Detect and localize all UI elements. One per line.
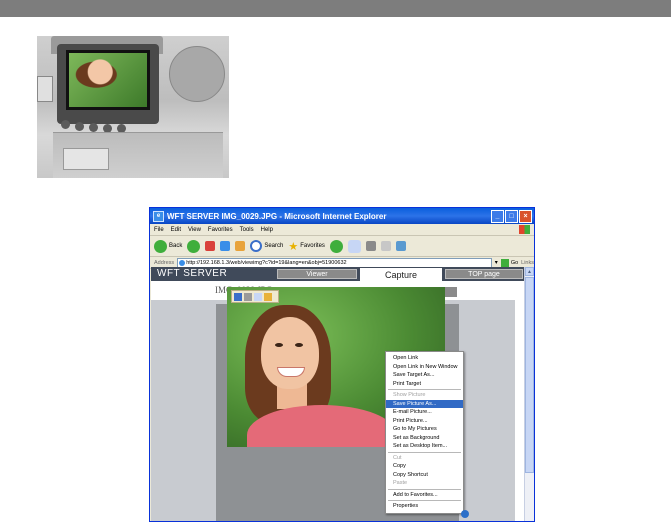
menu-item-copy-shortcut[interactable]: Copy Shortcut <box>386 471 463 480</box>
photo-face <box>261 317 319 389</box>
camera-dial <box>169 46 225 102</box>
windows-logo-icon <box>519 225 530 234</box>
media-icon[interactable] <box>329 239 343 253</box>
camera-button <box>75 122 84 131</box>
folder-icon[interactable] <box>264 292 272 301</box>
links-label[interactable]: Links <box>521 260 534 266</box>
menu-item-save-picture-as[interactable]: Save Picture As... <box>386 399 463 408</box>
menu-item-properties[interactable]: Properties <box>386 502 463 511</box>
browser-title: WFT SERVER IMG_0029.JPG - Microsoft Inte… <box>167 211 387 221</box>
mail-icon[interactable] <box>254 292 262 301</box>
search-button[interactable]: Search <box>250 240 283 252</box>
wft-brand: WFT SERVER <box>157 268 228 279</box>
menu-item-go-to-my-pictures[interactable]: Go to My Pictures <box>386 425 463 434</box>
minimize-button[interactable]: _ <box>491 210 504 223</box>
address-input[interactable]: http://192.168.1.3/web/viewimg?c?id=19&l… <box>177 257 492 268</box>
menu-separator <box>388 451 461 453</box>
go-label: Go <box>510 259 519 266</box>
edit-icon[interactable] <box>380 241 391 251</box>
camera-lcd-panel <box>63 148 109 170</box>
menu-item-save-target-as[interactable]: Save Target As... <box>386 371 463 380</box>
context-menu: Open Link Open Link in New Window Save T… <box>385 351 464 514</box>
internet-zone-icon <box>461 510 469 518</box>
print-icon[interactable] <box>244 292 252 301</box>
tab-viewer[interactable]: Viewer <box>277 269 357 279</box>
search-label: Search <box>264 243 284 249</box>
menu-separator <box>388 389 461 390</box>
vertical-scrollbar[interactable]: ▲ <box>524 267 534 521</box>
menu-view[interactable]: View <box>188 227 201 233</box>
save-icon[interactable] <box>234 292 242 301</box>
menu-separator <box>388 488 461 490</box>
camera-button <box>61 120 70 129</box>
favorites-label: Favorites <box>300 243 325 249</box>
menu-tools[interactable]: Tools <box>240 227 254 233</box>
image-toolbar <box>231 290 279 303</box>
messenger-icon[interactable] <box>395 241 406 251</box>
scroll-up-icon[interactable]: ▲ <box>525 267 534 276</box>
stop-icon[interactable] <box>205 241 216 251</box>
menu-item-email-picture[interactable]: E-mail Picture... <box>386 408 463 417</box>
search-icon <box>250 240 263 252</box>
go-arrow-icon <box>500 258 509 267</box>
browser-window: e WFT SERVER IMG_0029.JPG - Microsoft In… <box>149 207 535 522</box>
menu-file[interactable]: File <box>154 227 164 233</box>
camera-cable-port <box>37 76 53 102</box>
star-icon: ★ <box>288 240 299 253</box>
home-icon[interactable] <box>235 241 246 251</box>
back-button[interactable]: Back <box>154 239 183 253</box>
menu-favorites[interactable]: Favorites <box>208 227 233 233</box>
maximize-button[interactable]: □ <box>505 210 518 223</box>
window-controls: _ □ × <box>491 210 532 223</box>
menu-separator <box>388 500 461 501</box>
menu-item-open-link-new-window[interactable]: Open Link in New Window <box>386 363 463 372</box>
page-header-bar <box>0 0 671 17</box>
menu-item-show-picture: Show Picture <box>393 392 426 398</box>
menu-item-copy[interactable]: Copy <box>386 462 463 471</box>
camera-illustration <box>37 36 229 178</box>
menu-item-set-as-background[interactable]: Set as Background <box>386 434 463 443</box>
photo-eye <box>275 343 283 347</box>
scroll-thumb[interactable] <box>525 277 534 473</box>
go-button[interactable]: Go <box>500 258 519 267</box>
menu-bar: File Edit View Favorites Tools Help <box>150 224 534 236</box>
photo-eye <box>295 343 303 347</box>
camera-lcd-photo <box>69 53 147 107</box>
forward-button[interactable] <box>187 239 201 253</box>
favorites-button[interactable]: ★ Favorites <box>288 240 325 253</box>
camera-lcd-screen <box>66 50 150 110</box>
menu-item-print-picture[interactable]: Print Picture... <box>386 417 463 426</box>
menu-edit[interactable]: Edit <box>171 227 181 233</box>
menu-help[interactable]: Help <box>261 227 273 233</box>
address-label: Address <box>154 259 175 266</box>
back-arrow-icon <box>154 239 167 253</box>
menu-item-open-link[interactable]: Open Link <box>386 354 463 363</box>
browser-toolbar: Back Search ★ Favorites <box>150 236 534 257</box>
tab-top-page[interactable]: TOP page <box>445 269 523 279</box>
refresh-icon[interactable] <box>220 241 231 251</box>
menu-item-cut: Cut <box>393 454 402 461</box>
menu-item-paste: Paste <box>393 480 408 486</box>
print-icon[interactable] <box>365 241 376 251</box>
menu-item-print-target[interactable]: Print Target <box>386 380 463 389</box>
ie-icon: e <box>153 210 164 222</box>
menu-item-set-as-desktop-item[interactable]: Set as Desktop Item... <box>386 442 463 451</box>
mail-icon[interactable] <box>347 239 361 253</box>
close-button[interactable]: × <box>519 210 532 223</box>
address-dropdown-icon[interactable]: ▾ <box>495 259 498 266</box>
back-label: Back <box>169 243 183 249</box>
camera-button <box>89 123 98 132</box>
menu-item-add-to-favorites[interactable]: Add to Favorites... <box>386 491 463 500</box>
wft-nav-bar: WFT SERVER Viewer Capture TOP page <box>151 267 524 283</box>
browser-titlebar[interactable]: e WFT SERVER IMG_0029.JPG - Microsoft In… <box>150 208 534 224</box>
